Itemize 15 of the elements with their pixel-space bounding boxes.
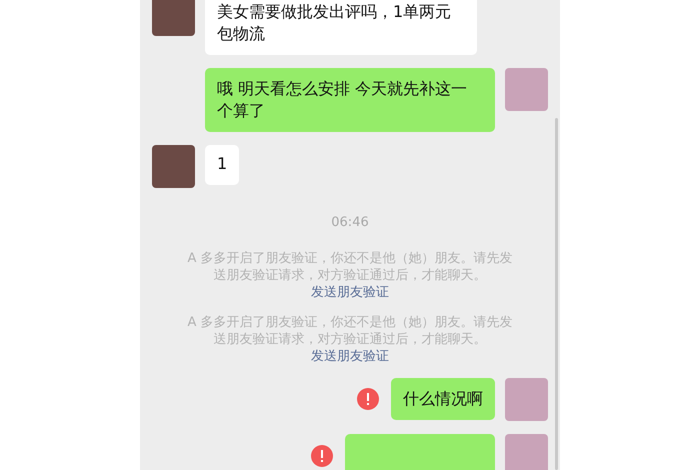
send-verification-link[interactable]: 发送朋友验证 <box>311 348 389 364</box>
message-bubble: 哦 明天看怎么安排 今天就先补这一个算了 <box>205 68 495 132</box>
avatar-placeholder <box>505 378 548 420</box>
message-bubble: 1 <box>205 145 240 185</box>
send-verification-link[interactable]: 发送朋友验证 <box>311 284 389 300</box>
timestamp: 06:46 <box>331 214 369 232</box>
message-bubble: 美女需要做批发出评吗，1单两元包物流 <box>205 0 477 55</box>
avatar-placeholder <box>505 68 548 111</box>
avatar-placeholder <box>152 0 195 36</box>
avatar-placeholder <box>505 434 548 470</box>
system-notice: A 多多开启了朋友验证，你还不是他（她）朋友。请先发送朋友验证请求，对方验证通过后，才能聊天。 发送朋友验证 <box>186 314 514 364</box>
avatar-placeholder <box>152 145 195 188</box>
system-notice: A 多多开启了朋友验证，你还不是他（她）朋友。请先发送朋友验证请求，对方验证通过后，才能聊天。 发送朋友验证 <box>186 250 514 300</box>
scrollbar[interactable] <box>555 118 558 470</box>
message-bubble: 什么情况啊 <box>391 378 495 420</box>
